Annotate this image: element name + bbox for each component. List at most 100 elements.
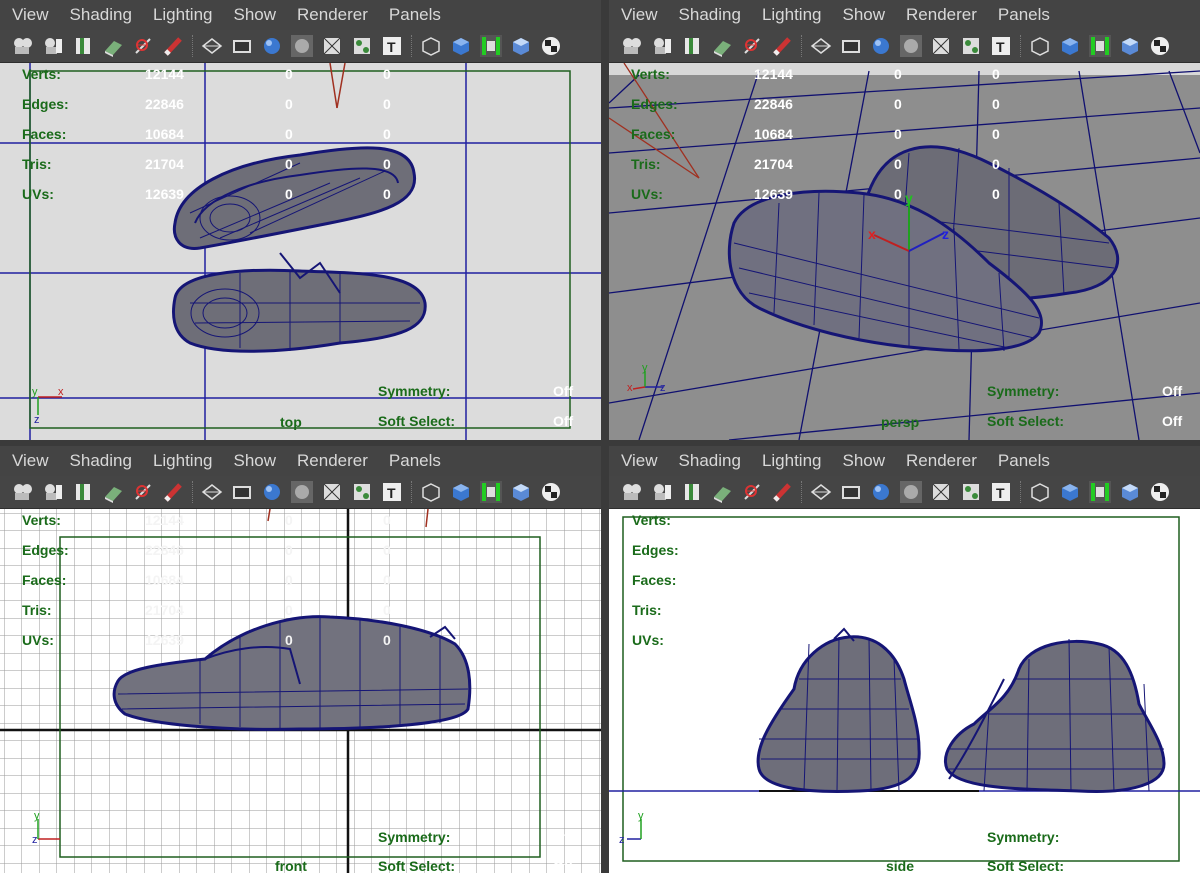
lights-icon[interactable] bbox=[351, 481, 373, 503]
isolate-icon[interactable] bbox=[420, 35, 442, 57]
texture-icon[interactable] bbox=[321, 481, 343, 503]
camera-attributes-icon[interactable] bbox=[42, 35, 64, 57]
xray-icon[interactable] bbox=[450, 481, 472, 503]
ambient-occlusion-icon[interactable] bbox=[510, 481, 532, 503]
film-gate-icon[interactable] bbox=[231, 35, 253, 57]
film-gate-icon[interactable] bbox=[231, 481, 253, 503]
menu-shading[interactable]: Shading bbox=[679, 5, 741, 25]
viewport-canvas[interactable]: y x z Symmetry: Off Soft Select: Off top… bbox=[0, 63, 601, 440]
texture-icon[interactable] bbox=[930, 35, 952, 57]
isolate-icon[interactable] bbox=[1029, 35, 1051, 57]
lights-icon[interactable] bbox=[960, 35, 982, 57]
ambient-occlusion-icon[interactable] bbox=[1119, 35, 1141, 57]
viewport-canvas[interactable]: y z Symmetry: Off Soft Select: Off front… bbox=[0, 509, 601, 873]
bookmark-icon[interactable] bbox=[72, 481, 94, 503]
shadows-icon[interactable] bbox=[1089, 481, 1111, 503]
image-plane-icon[interactable] bbox=[102, 481, 124, 503]
isolate-icon[interactable] bbox=[420, 481, 442, 503]
flat-shade-icon[interactable] bbox=[900, 35, 922, 57]
bookmark-icon[interactable] bbox=[681, 35, 703, 57]
menu-panels[interactable]: Panels bbox=[389, 5, 441, 25]
grid-toggle-icon[interactable] bbox=[741, 481, 763, 503]
menu-view[interactable]: View bbox=[12, 451, 49, 471]
xray-icon[interactable] bbox=[1059, 481, 1081, 503]
menu-panels[interactable]: Panels bbox=[998, 451, 1050, 471]
flat-shade-icon[interactable] bbox=[900, 481, 922, 503]
grid-toggle-icon[interactable] bbox=[132, 35, 154, 57]
menu-show[interactable]: Show bbox=[234, 5, 277, 25]
menu-view[interactable]: View bbox=[12, 5, 49, 25]
pencil-icon[interactable] bbox=[771, 35, 793, 57]
lights-icon[interactable] bbox=[351, 35, 373, 57]
grid-toggle-icon[interactable] bbox=[741, 35, 763, 57]
image-plane-icon[interactable] bbox=[102, 35, 124, 57]
menu-panels[interactable]: Panels bbox=[998, 5, 1050, 25]
menu-shading[interactable]: Shading bbox=[679, 451, 741, 471]
menu-panels[interactable]: Panels bbox=[389, 451, 441, 471]
text-icon[interactable]: T bbox=[990, 481, 1012, 503]
flat-shade-icon[interactable] bbox=[291, 481, 313, 503]
film-gate-icon[interactable] bbox=[840, 481, 862, 503]
wireframe-icon[interactable] bbox=[810, 481, 832, 503]
grid-toggle-icon[interactable] bbox=[132, 481, 154, 503]
camera-attributes-icon[interactable] bbox=[42, 481, 64, 503]
menu-lighting[interactable]: Lighting bbox=[153, 5, 213, 25]
pencil-icon[interactable] bbox=[162, 35, 184, 57]
smooth-shade-icon[interactable] bbox=[261, 35, 283, 57]
shadows-icon[interactable] bbox=[480, 35, 502, 57]
text-icon[interactable]: T bbox=[381, 35, 403, 57]
checker-icon[interactable] bbox=[1149, 481, 1171, 503]
viewport-panel-top[interactable]: View Shading Lighting Show Renderer Pane… bbox=[0, 0, 601, 440]
checker-icon[interactable] bbox=[540, 481, 562, 503]
flat-shade-icon[interactable] bbox=[291, 35, 313, 57]
wireframe-icon[interactable] bbox=[201, 35, 223, 57]
menu-lighting[interactable]: Lighting bbox=[762, 451, 822, 471]
shadows-icon[interactable] bbox=[480, 481, 502, 503]
checker-icon[interactable] bbox=[1149, 35, 1171, 57]
menu-view[interactable]: View bbox=[621, 5, 658, 25]
ambient-occlusion-icon[interactable] bbox=[510, 35, 532, 57]
texture-icon[interactable] bbox=[930, 481, 952, 503]
viewport-panel-front[interactable]: View Shading Lighting Show Renderer Pane… bbox=[0, 446, 601, 873]
menu-show[interactable]: Show bbox=[843, 451, 886, 471]
xray-icon[interactable] bbox=[450, 35, 472, 57]
bookmark-icon[interactable] bbox=[72, 35, 94, 57]
menu-show[interactable]: Show bbox=[234, 451, 277, 471]
lights-icon[interactable] bbox=[960, 481, 982, 503]
image-plane-icon[interactable] bbox=[711, 481, 733, 503]
text-icon[interactable]: T bbox=[381, 481, 403, 503]
viewport-panel-persp[interactable]: View Shading Lighting Show Renderer Pane… bbox=[609, 0, 1200, 440]
viewport-panel-side[interactable]: View Shading Lighting Show Renderer Pane… bbox=[609, 446, 1200, 873]
checker-icon[interactable] bbox=[540, 35, 562, 57]
menu-lighting[interactable]: Lighting bbox=[153, 451, 213, 471]
text-icon[interactable]: T bbox=[990, 35, 1012, 57]
wireframe-icon[interactable] bbox=[201, 481, 223, 503]
camera-select-icon[interactable] bbox=[12, 481, 34, 503]
camera-select-icon[interactable] bbox=[621, 481, 643, 503]
pencil-icon[interactable] bbox=[771, 481, 793, 503]
menu-shading[interactable]: Shading bbox=[70, 5, 132, 25]
menu-show[interactable]: Show bbox=[843, 5, 886, 25]
camera-select-icon[interactable] bbox=[621, 35, 643, 57]
viewport-canvas[interactable]: y x z x y z Symmetry: Off Soft Select: O… bbox=[609, 63, 1200, 440]
smooth-shade-icon[interactable] bbox=[870, 35, 892, 57]
menu-renderer[interactable]: Renderer bbox=[906, 451, 977, 471]
viewport-canvas[interactable]: y z Symmetry: Soft Select: side Verts: Ed… bbox=[609, 509, 1200, 873]
menu-renderer[interactable]: Renderer bbox=[906, 5, 977, 25]
shadows-icon[interactable] bbox=[1089, 35, 1111, 57]
menu-lighting[interactable]: Lighting bbox=[762, 5, 822, 25]
menu-renderer[interactable]: Renderer bbox=[297, 5, 368, 25]
film-gate-icon[interactable] bbox=[840, 35, 862, 57]
wireframe-icon[interactable] bbox=[810, 35, 832, 57]
smooth-shade-icon[interactable] bbox=[261, 481, 283, 503]
isolate-icon[interactable] bbox=[1029, 481, 1051, 503]
bookmark-icon[interactable] bbox=[681, 481, 703, 503]
camera-attributes-icon[interactable] bbox=[651, 481, 673, 503]
menu-shading[interactable]: Shading bbox=[70, 451, 132, 471]
image-plane-icon[interactable] bbox=[711, 35, 733, 57]
xray-icon[interactable] bbox=[1059, 35, 1081, 57]
ambient-occlusion-icon[interactable] bbox=[1119, 481, 1141, 503]
texture-icon[interactable] bbox=[321, 35, 343, 57]
menu-renderer[interactable]: Renderer bbox=[297, 451, 368, 471]
menu-view[interactable]: View bbox=[621, 451, 658, 471]
